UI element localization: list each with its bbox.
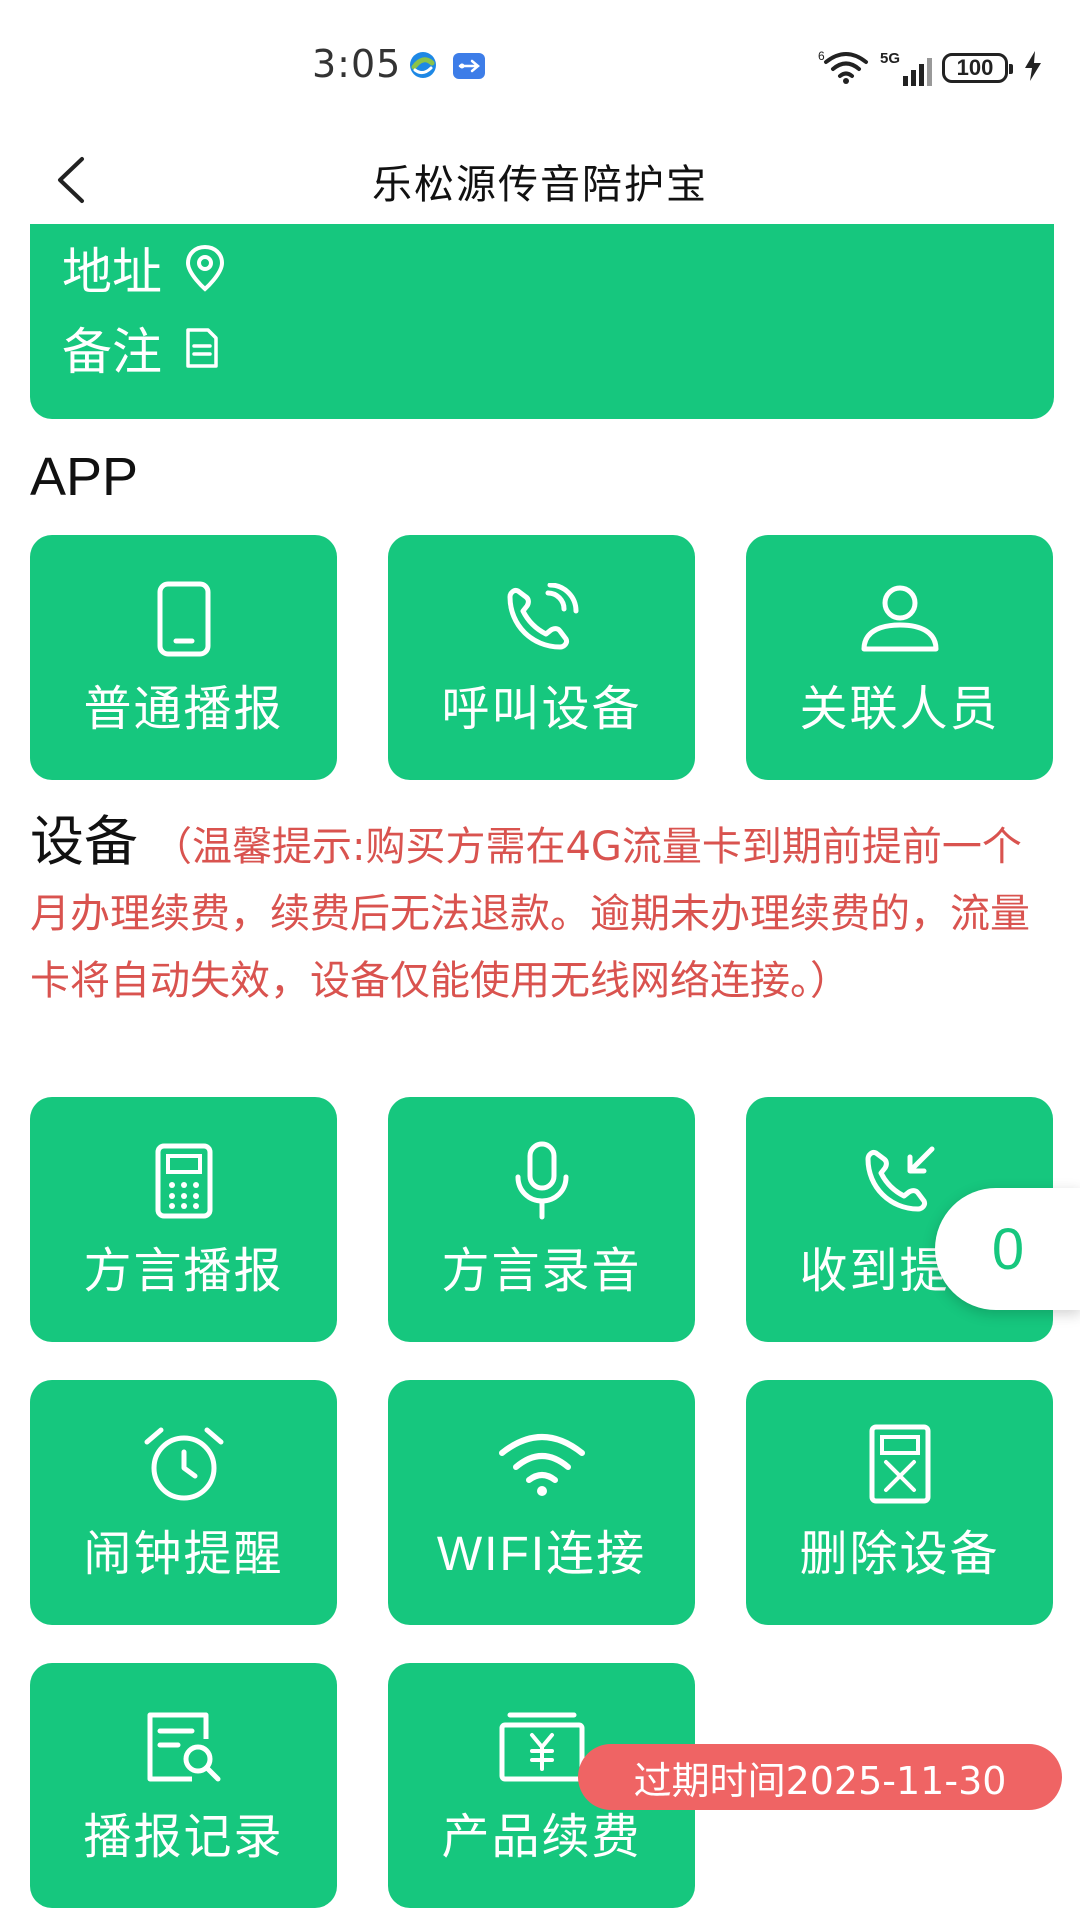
note-row[interactable]: 备注 [62, 312, 222, 384]
alarm-clock-icon [144, 1427, 223, 1501]
wifi-icon [498, 1434, 585, 1496]
app-header: 乐松源传音陪护宝 [0, 130, 1080, 230]
cellular-signal-icon: 5G [880, 50, 932, 86]
charging-icon [1024, 51, 1042, 85]
tile-label: 闹钟提醒 [83, 1526, 284, 1582]
tile-label: 关联人员 [799, 681, 1000, 737]
tile-alarm-reminder[interactable]: 闹钟提醒 [30, 1380, 337, 1625]
device-info-card: 地址 备注 [30, 224, 1054, 419]
tile-label: 方言播报 [83, 1243, 284, 1299]
wifi-status-icon: 6 [818, 48, 870, 88]
svg-text:6: 6 [818, 49, 825, 63]
address-row[interactable]: 地址 [62, 232, 228, 304]
document-icon [186, 328, 218, 368]
device-section-header: 设备 （温馨提示:购买方需在4G流量卡到期前提前一个月办理续费，续费后无法退款。逾… [30, 808, 1060, 1015]
network-type: 5G [879, 50, 900, 67]
tile-delete-device[interactable]: 删除设备 [746, 1380, 1053, 1625]
tile-dialect-broadcast[interactable]: 方言播报 [30, 1097, 337, 1342]
app-section-title: APP [30, 447, 139, 507]
tile-label: WIFI连接 [436, 1528, 647, 1581]
renewal-notice: （温馨提示:购买方需在4G流量卡到期前提前一个月办理续费，续费后无法退款。逾期未… [30, 824, 1030, 1004]
tile-label: 播报记录 [83, 1809, 284, 1865]
status-time: 3:05 [312, 42, 402, 86]
floating-count-badge[interactable]: 0 [935, 1188, 1080, 1310]
location-pin-icon [185, 244, 225, 292]
call-icon [507, 583, 578, 650]
tile-wifi-connection[interactable]: WIFI连接 [388, 1380, 695, 1625]
device-section-title: 设备 [30, 810, 138, 873]
microphone-icon [515, 1141, 568, 1220]
expiry-date-badge: 过期时间2025-11-30 [578, 1744, 1062, 1810]
tile-label: 普通播报 [83, 681, 284, 737]
page-title: 乐松源传音陪护宝 [372, 162, 708, 208]
yuan-card-icon [499, 1712, 584, 1782]
phone-icon [157, 581, 210, 657]
address-label: 地址 [62, 243, 162, 301]
tile-dialect-recording[interactable]: 方言录音 [388, 1097, 695, 1342]
tile-broadcast-record[interactable]: 播报记录 [30, 1663, 337, 1908]
delete-device-icon [869, 1424, 930, 1504]
tile-linked-people[interactable]: 关联人员 [746, 535, 1053, 780]
tile-normal-broadcast[interactable]: 普通播报 [30, 535, 337, 780]
app-notification-icon [408, 50, 438, 84]
tile-label: 删除设备 [799, 1526, 1000, 1582]
person-icon [861, 585, 938, 652]
search-record-icon [147, 1712, 220, 1782]
device-keypad-icon [155, 1143, 212, 1219]
note-label: 备注 [62, 323, 162, 381]
tile-label: 方言录音 [441, 1243, 642, 1299]
battery-indicator: 100 [942, 53, 1013, 83]
usb-icon [452, 52, 486, 84]
status-bar: 3:05 6 5G 100 [0, 0, 1080, 130]
incoming-call-icon [865, 1146, 934, 1212]
tile-call-device[interactable]: 呼叫设备 [388, 535, 695, 780]
tile-label: 呼叫设备 [441, 681, 642, 737]
